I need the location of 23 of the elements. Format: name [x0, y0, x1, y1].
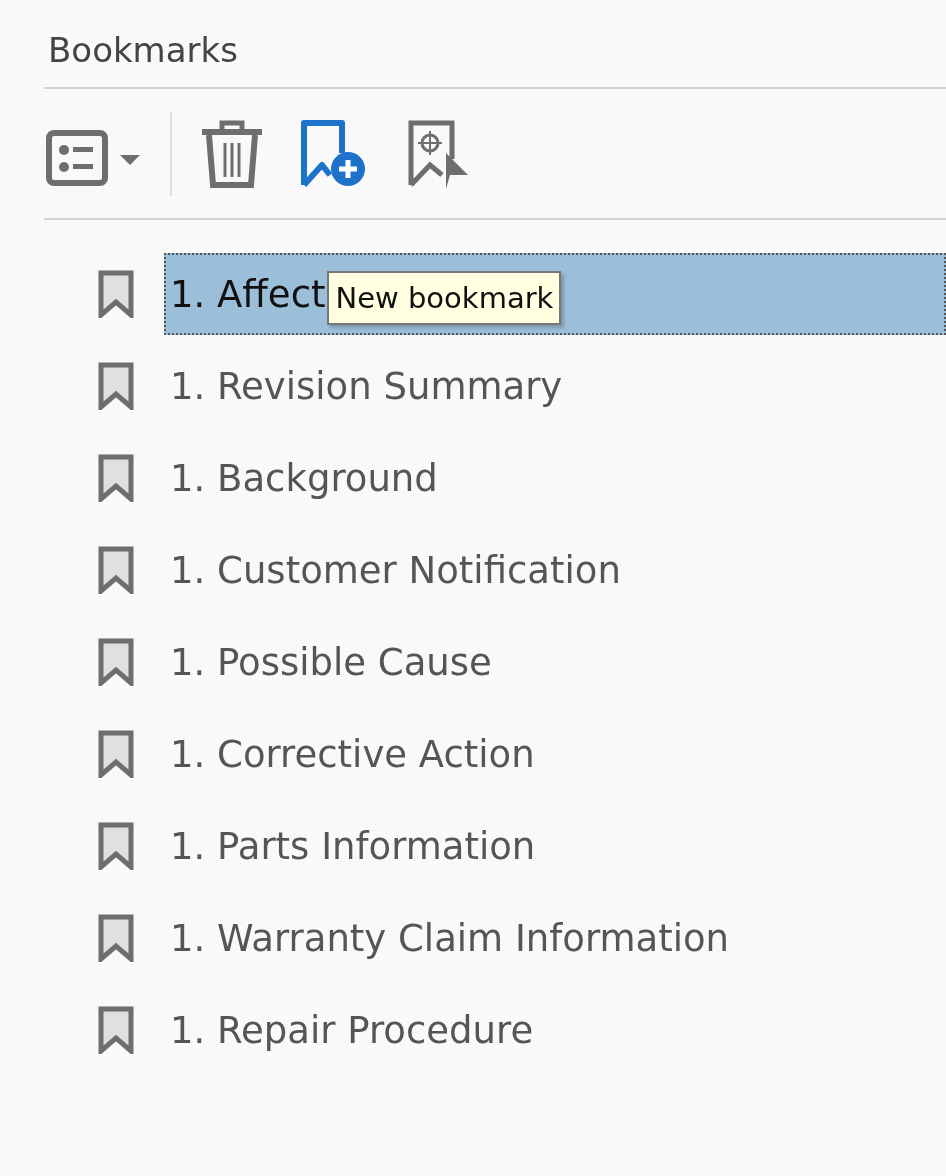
- bookmark-item[interactable]: 1. Customer Notification: [164, 529, 946, 611]
- bookmark-item[interactable]: 1. Repair Procedure: [164, 989, 946, 1071]
- bookmark-icon: [98, 914, 134, 962]
- bookmark-icon: [98, 362, 134, 410]
- bookmark-icon: [98, 1006, 134, 1054]
- bookmark-item[interactable]: 1. Corrective Action: [164, 713, 946, 795]
- bookmark-icon: [98, 546, 134, 594]
- delete-button[interactable]: [200, 118, 264, 189]
- bookmark-icon: [98, 822, 134, 870]
- bookmark-icon: [98, 270, 134, 318]
- bookmark-item[interactable]: 1. Parts Information: [164, 805, 946, 887]
- new-bookmark-button[interactable]: [300, 118, 368, 189]
- bookmark-icon: [98, 454, 134, 502]
- bookmark-icon: [98, 638, 134, 686]
- bookmark-target-button[interactable]: [408, 118, 470, 189]
- bookmark-item[interactable]: 1. Background: [164, 437, 946, 519]
- bookmark-item[interactable]: 1. Warranty Claim Information: [164, 897, 946, 979]
- bookmark-icon: [98, 730, 134, 778]
- panel-title: Bookmarks: [47, 29, 239, 72]
- bookmark-item[interactable]: 1. Revision Summary: [164, 345, 946, 427]
- bookmark-item[interactable]: 1. Affect New bookmark: [164, 253, 946, 335]
- tooltip: New bookmark: [327, 270, 562, 325]
- bookmark-item[interactable]: 1. Possible Cause: [164, 621, 946, 703]
